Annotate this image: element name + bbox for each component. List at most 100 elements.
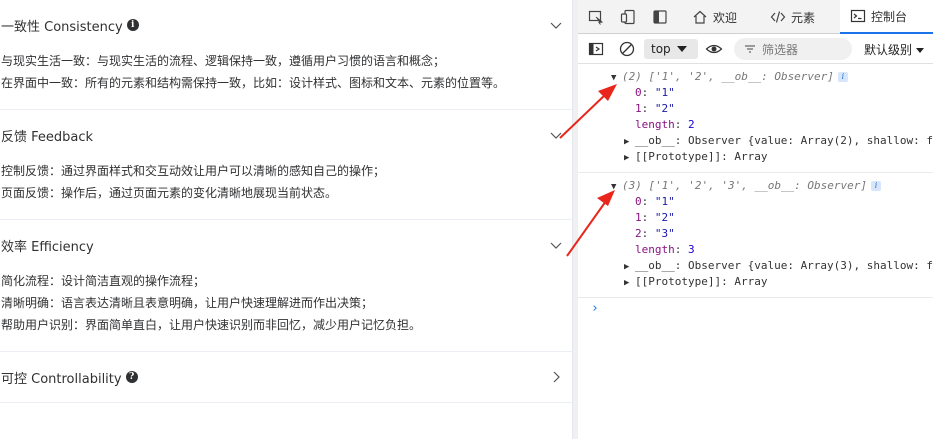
inspect-element-icon[interactable] bbox=[588, 9, 604, 25]
clear-console-icon[interactable] bbox=[619, 41, 635, 57]
summary-text: (2) ['1', '2', __ob__: Observer] bbox=[622, 70, 834, 83]
entry-value: 2 bbox=[688, 118, 695, 131]
collapse-header-consistency[interactable]: 一致性 Consistency i bbox=[0, 0, 572, 50]
filter-input[interactable]: 筛选器 bbox=[734, 38, 852, 60]
array-summary[interactable]: ▼ (3) ['1', '2', '3', __ob__: Observer] i bbox=[578, 178, 933, 194]
collapse-item-controllability: 可控 Controllability ? bbox=[0, 352, 572, 403]
entry-value: 3 bbox=[688, 243, 695, 256]
collapse-header-controllability[interactable]: 可控 Controllability ? bbox=[0, 352, 572, 402]
entry-key: length bbox=[635, 243, 675, 256]
expand-down-icon: ▼ bbox=[611, 182, 617, 192]
device-emulation-icon[interactable] bbox=[620, 9, 636, 25]
array-entry: 0: "1" bbox=[635, 195, 675, 208]
collapse-title: 效率 Efficiency bbox=[1, 239, 94, 255]
devtools-tabbar: 欢迎 元素 控制台 bbox=[578, 0, 933, 34]
context-value: top bbox=[651, 42, 671, 56]
collapse-header-efficiency[interactable]: 效率 Efficiency bbox=[0, 220, 572, 270]
home-icon bbox=[693, 10, 707, 24]
entry-value: "3" bbox=[654, 227, 675, 240]
collapse-content: 控制反馈：通过界面样式和交互动效让用户可以清晰的感知自己的操作； 页面反馈：操作… bbox=[0, 160, 572, 219]
prototype-entry[interactable]: ▶ [[Prototype]]: Array bbox=[578, 149, 933, 165]
eye-icon[interactable] bbox=[705, 41, 723, 57]
expand-right-icon: ▶ bbox=[624, 262, 630, 272]
observer-entry[interactable]: ▶ __ob__: Observer {value: Array(2), shal… bbox=[578, 133, 933, 149]
content-line: 简化流程：设计简洁直观的操作流程； bbox=[1, 274, 206, 288]
array-entry: 1: "2" bbox=[635, 102, 675, 115]
expand-right-icon: ▶ bbox=[624, 278, 630, 288]
observer-text: __ob__: Observer {value: Array(3), shall… bbox=[635, 259, 933, 272]
array-entry: 0: "1" bbox=[635, 86, 675, 99]
entry-value: "2" bbox=[654, 102, 675, 115]
help-icon[interactable]: ? bbox=[125, 371, 138, 383]
info-icon[interactable]: i bbox=[126, 19, 139, 31]
dropdown-arrow-icon bbox=[676, 46, 687, 52]
array-entry: 1: "2" bbox=[635, 211, 675, 224]
observer-entry[interactable]: ▶ __ob__: Observer {value: Array(3), shal… bbox=[578, 258, 933, 274]
content-line: 清晰明确：语言表达清晰且表意明确，让用户快速理解进而作出决策； bbox=[1, 296, 374, 310]
content-line: 页面反馈：操作后，通过页面元素的变化清晰地展现当前状态。 bbox=[1, 186, 338, 200]
content-line: 与现实生活一致：与现实生活的流程、逻辑保持一致，遵循用户习惯的语言和概念； bbox=[1, 54, 446, 68]
info-badge-icon[interactable]: i bbox=[837, 72, 848, 82]
console-icon bbox=[850, 9, 866, 23]
entry-key: length bbox=[635, 118, 675, 131]
chevron-down-icon bbox=[550, 22, 562, 29]
filter-placeholder: 筛选器 bbox=[762, 42, 799, 57]
array-entry: length: 3 bbox=[635, 243, 695, 256]
tab-console[interactable]: 控制台 bbox=[840, 0, 933, 34]
tab-welcome[interactable]: 欢迎 bbox=[682, 0, 747, 34]
console-prompt[interactable]: › bbox=[578, 298, 933, 320]
console-message: ▼ (3) ['1', '2', '3', __ob__: Observer] i … bbox=[578, 173, 933, 298]
entry-key: 1 bbox=[635, 102, 642, 115]
collapse-content: 简化流程：设计简洁直观的操作流程； 清晰明确：语言表达清晰且表意明确，让用户快速… bbox=[0, 270, 572, 351]
context-selector[interactable]: top bbox=[644, 39, 698, 59]
content-line: 在界面中一致：所有的元素和结构需保持一致，比如：设计样式、图标和文本、元素的位置… bbox=[1, 76, 506, 90]
code-icon bbox=[770, 11, 786, 23]
collapse-panel: 一致性 Consistency i 与现实生活一致：与现实生活的流程、逻辑保持一… bbox=[0, 0, 573, 439]
dropdown-arrow-icon bbox=[916, 48, 925, 53]
console-output: ▼ (2) ['1', '2', __ob__: Observer] i 0: "1… bbox=[578, 64, 933, 320]
console-message: ▼ (2) ['1', '2', __ob__: Observer] i 0: "1… bbox=[578, 64, 933, 173]
expand-right-icon: ▶ bbox=[624, 137, 630, 147]
entry-value: "1" bbox=[654, 86, 675, 99]
tab-label: 元素 bbox=[791, 10, 816, 25]
collapse-header-feedback[interactable]: 反馈 Feedback bbox=[0, 110, 572, 160]
sidebar-toggle-icon[interactable] bbox=[588, 41, 604, 57]
prototype-text: [[Prototype]]: Array bbox=[635, 275, 768, 288]
collapse-title: 一致性 Consistency bbox=[1, 19, 123, 35]
entry-key: 2 bbox=[635, 227, 642, 240]
chevron-right-icon bbox=[553, 371, 560, 383]
entry-key: 0 bbox=[635, 86, 642, 99]
expand-down-icon: ▼ bbox=[611, 73, 617, 83]
collapse-content: 与现实生活一致：与现实生活的流程、逻辑保持一致，遵循用户习惯的语言和概念； 在界… bbox=[0, 50, 572, 109]
dock-side-icon[interactable] bbox=[652, 9, 668, 25]
array-entry: length: 2 bbox=[635, 118, 695, 131]
tab-label: 控制台 bbox=[871, 9, 908, 24]
collapse-title: 反馈 Feedback bbox=[1, 129, 94, 145]
prompt-chevron-icon: › bbox=[591, 301, 599, 316]
entry-value: "2" bbox=[654, 211, 675, 224]
collapse-item-consistency: 一致性 Consistency i 与现实生活一致：与现实生活的流程、逻辑保持一… bbox=[0, 0, 572, 110]
expand-right-icon: ▶ bbox=[624, 153, 630, 163]
tab-elements[interactable]: 元素 bbox=[760, 0, 825, 34]
entry-key: 1 bbox=[635, 211, 642, 224]
array-summary[interactable]: ▼ (2) ['1', '2', __ob__: Observer] i bbox=[578, 69, 933, 85]
content-line: 控制反馈：通过界面样式和交互动效让用户可以清晰的感知自己的操作； bbox=[1, 164, 386, 178]
collapse-title: 可控 Controllability bbox=[1, 371, 122, 387]
tab-label: 欢迎 bbox=[713, 10, 738, 25]
chevron-down-icon bbox=[550, 132, 562, 139]
prototype-entry[interactable]: ▶ [[Prototype]]: Array bbox=[578, 274, 933, 290]
console-toolbar: top 筛选器 默认级别 bbox=[578, 34, 933, 64]
devtools-panel: 欢迎 元素 控制台 top 筛选器 默认级别 ▼ (2) ['1', '2', … bbox=[578, 0, 933, 439]
log-level-value: 默认级别 bbox=[864, 43, 913, 57]
entry-value: "1" bbox=[654, 195, 675, 208]
content-line: 帮助用户识别：界面简单直白，让用户快速识别而非回忆，减少用户记忆负担。 bbox=[1, 318, 422, 332]
chevron-down-icon bbox=[550, 242, 562, 249]
entry-key: 0 bbox=[635, 195, 642, 208]
log-level-selector[interactable]: 默认级别 bbox=[864, 41, 925, 58]
observer-text: __ob__: Observer {value: Array(2), shall… bbox=[635, 134, 933, 147]
info-badge-icon[interactable]: i bbox=[871, 181, 882, 191]
filter-icon bbox=[745, 45, 755, 53]
array-entry: 2: "3" bbox=[635, 227, 675, 240]
summary-text: (3) ['1', '2', '3', __ob__: Observer] bbox=[622, 179, 868, 192]
collapse-item-efficiency: 效率 Efficiency 简化流程：设计简洁直观的操作流程； 清晰明确：语言表… bbox=[0, 220, 572, 352]
